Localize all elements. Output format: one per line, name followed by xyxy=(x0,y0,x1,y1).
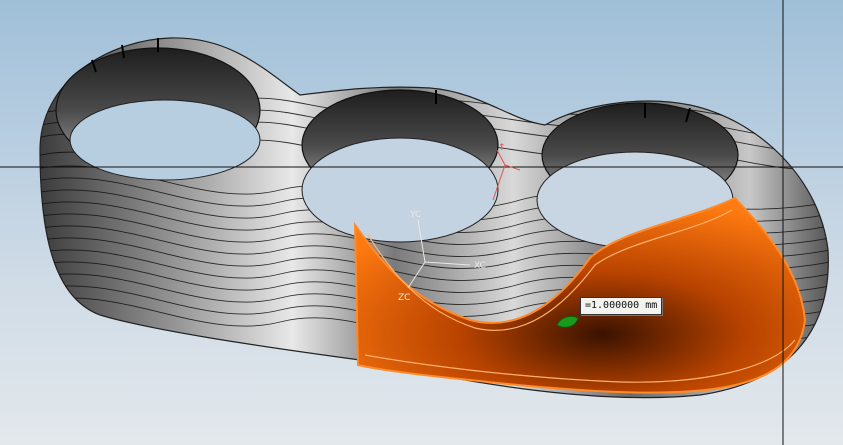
dimension-readout[interactable]: =1.000000 mm xyxy=(580,297,663,315)
axis-x-label: XC xyxy=(474,261,486,271)
hole-left[interactable] xyxy=(55,47,261,181)
model-view[interactable]: ↑ YC XC ZC xyxy=(0,0,843,445)
hole-middle[interactable] xyxy=(301,89,499,243)
svg-text:↑: ↑ xyxy=(498,143,506,153)
axis-z-label: ZC xyxy=(398,293,410,303)
axis-y-label: YC xyxy=(409,210,421,220)
graphics-viewport[interactable]: ↑ YC XC ZC =1.000000 mm xyxy=(0,0,843,445)
